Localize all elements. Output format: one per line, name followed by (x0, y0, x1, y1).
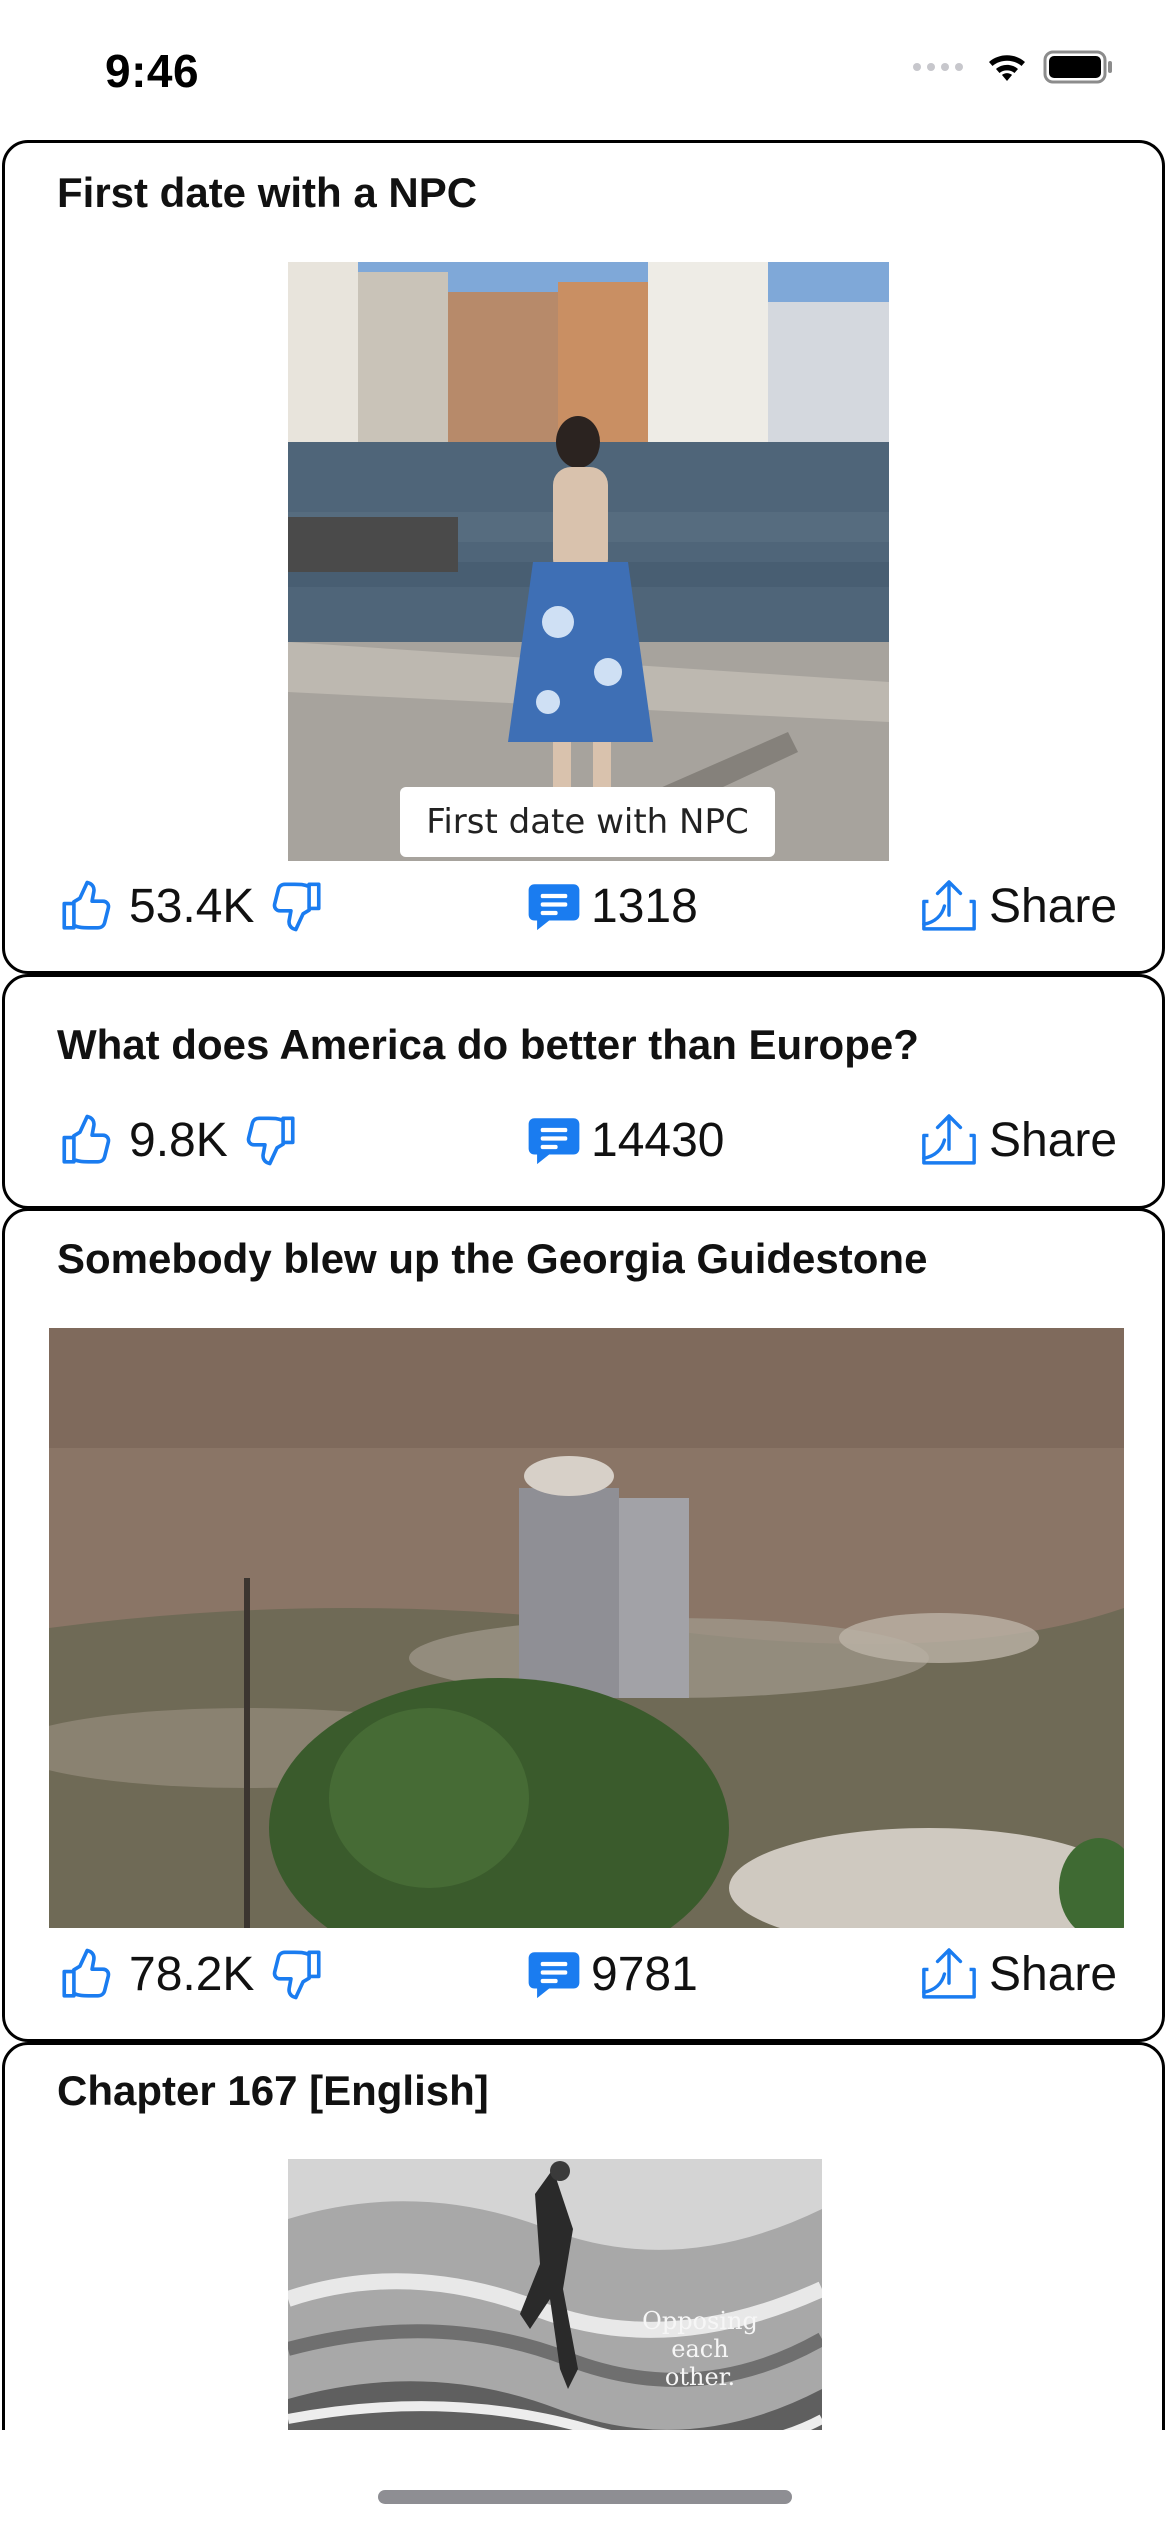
comment-bubble-icon (525, 877, 583, 935)
post-title[interactable]: Chapter 167 [English] (57, 2067, 489, 2115)
comment-count: 14430 (591, 1113, 725, 1167)
post-title[interactable]: Somebody blew up the Georgia Guidestone (57, 1235, 927, 1283)
comments-button[interactable]: 14430 (525, 1105, 724, 1175)
share-button[interactable]: Share (917, 871, 1117, 941)
post-image[interactable]: First date with NPC (288, 262, 889, 861)
post-title[interactable]: First date with a NPC (57, 169, 477, 217)
comment-bubble-icon (525, 1945, 583, 2003)
post-image[interactable]: Opposing each other. (288, 2159, 822, 2430)
post-actions: 9.8K 14430 Share (5, 1105, 1162, 1175)
thumbs-up-icon[interactable] (57, 1111, 115, 1169)
like-control: 53.4K (57, 871, 326, 941)
status-icons (913, 50, 1115, 84)
post-card[interactable]: First date with a NPC First date with NP… (2, 140, 1165, 974)
share-button[interactable]: Share (917, 1939, 1117, 2009)
cellular-signal-icon (913, 63, 963, 71)
wifi-icon (989, 55, 1025, 81)
guidestone-image (49, 1328, 1124, 1928)
like-control: 9.8K (57, 1105, 300, 1175)
comment-count: 9781 (591, 1947, 698, 2001)
share-icon (917, 1112, 981, 1168)
post-actions: 53.4K 1318 Share (5, 871, 1162, 941)
home-indicator[interactable] (378, 2490, 792, 2504)
venice-canal-image (288, 262, 889, 861)
comment-count: 1318 (591, 879, 698, 933)
image-caption: Opposing each other. (642, 2307, 758, 2391)
status-bar: 9:46 (0, 0, 1170, 140)
share-label: Share (989, 1947, 1118, 2001)
thumbs-down-icon[interactable] (268, 877, 326, 935)
thumbs-up-icon[interactable] (57, 877, 115, 935)
share-label: Share (989, 879, 1118, 933)
thumbs-down-icon[interactable] (242, 1111, 300, 1169)
post-card[interactable]: What does America do better than Europe?… (2, 974, 1165, 1209)
post-card[interactable]: Chapter 167 [English] Opposing each othe… (2, 2042, 1165, 2430)
post-feed[interactable]: First date with a NPC First date with NP… (0, 140, 1170, 2430)
comments-button[interactable]: 1318 (525, 871, 698, 941)
thumbs-up-icon[interactable] (57, 1945, 115, 2003)
share-icon (917, 1946, 981, 2002)
battery-icon (1043, 50, 1112, 84)
like-control: 78.2K (57, 1939, 326, 2009)
post-title[interactable]: What does America do better than Europe? (57, 1021, 919, 1069)
share-button[interactable]: Share (917, 1105, 1117, 1175)
image-caption: First date with NPC (400, 787, 775, 857)
post-card[interactable]: Somebody blew up the Georgia Guidestone (2, 1208, 1165, 2042)
share-icon (917, 878, 981, 934)
comment-bubble-icon (525, 1111, 583, 1169)
status-time: 9:46 (105, 45, 200, 97)
share-label: Share (989, 1113, 1118, 1167)
comments-button[interactable]: 9781 (525, 1939, 698, 2009)
like-count: 78.2K (129, 1947, 255, 2001)
like-count: 9.8K (129, 1113, 228, 1167)
post-actions: 78.2K 9781 Share (5, 1939, 1162, 2009)
thumbs-down-icon[interactable] (268, 1945, 326, 2003)
like-count: 53.4K (129, 879, 255, 933)
post-image[interactable] (49, 1328, 1124, 1928)
